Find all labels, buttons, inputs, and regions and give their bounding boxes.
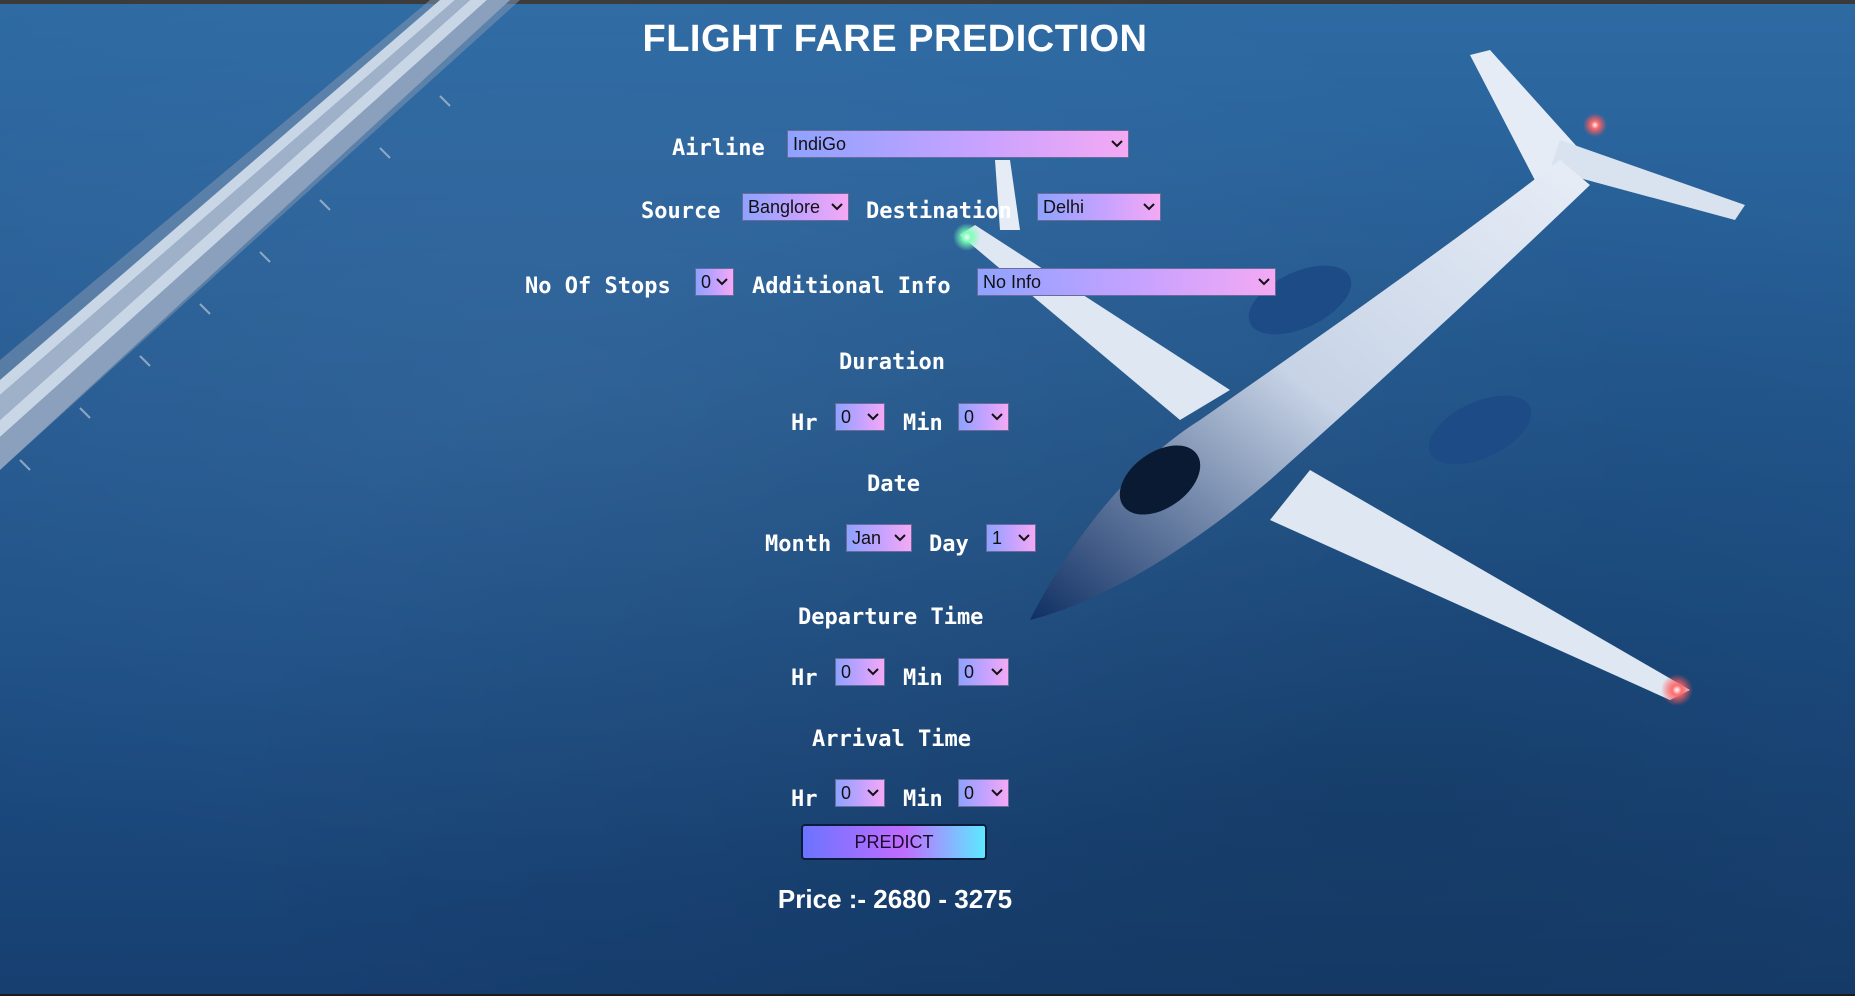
month-label: Month	[765, 532, 832, 557]
arrival-hr-label: Hr	[791, 787, 818, 812]
stops-select-value: 0	[701, 272, 712, 292]
destination-label: Destination	[866, 199, 1012, 224]
chevron-down-icon	[1258, 278, 1270, 286]
airline-select-value: IndiGo	[793, 134, 847, 154]
arrival-min-label: Min	[903, 787, 943, 812]
duration-hr-label: Hr	[791, 411, 818, 436]
chevron-down-icon	[831, 203, 843, 211]
chevron-down-icon	[716, 278, 728, 286]
month-select-value: Jan	[852, 528, 882, 548]
additional-info-select-value: No Info	[983, 272, 1042, 292]
destination-select-value: Delhi	[1043, 197, 1085, 217]
additional-info-label: Additional Info	[752, 274, 951, 299]
additional-info-select[interactable]: No Info	[977, 268, 1276, 296]
arrival-hr-value: 0	[841, 783, 852, 803]
departure-min-select[interactable]: 0	[958, 658, 1009, 686]
day-select[interactable]: 1	[986, 524, 1036, 552]
departure-heading: Departure Time	[798, 605, 984, 630]
duration-hr-select[interactable]: 0	[835, 403, 885, 431]
predict-button[interactable]: PREDICT	[801, 824, 987, 860]
day-label: Day	[929, 532, 969, 557]
airline-select[interactable]: IndiGo	[787, 130, 1129, 158]
duration-hr-value: 0	[841, 407, 852, 427]
duration-min-value: 0	[964, 407, 975, 427]
destination-select[interactable]: Delhi	[1037, 193, 1161, 221]
airline-label: Airline	[672, 136, 765, 161]
stops-label: No Of Stops	[525, 274, 671, 299]
chevron-down-icon	[991, 668, 1003, 676]
date-heading: Date	[867, 472, 920, 497]
duration-min-select[interactable]: 0	[958, 403, 1009, 431]
source-label: Source	[641, 199, 721, 224]
chevron-down-icon	[1143, 203, 1155, 211]
page-title: FLIGHT FARE PREDICTION	[642, 18, 1148, 60]
stops-select[interactable]: 0	[695, 268, 734, 296]
departure-min-value: 0	[964, 662, 975, 682]
departure-hr-value: 0	[841, 662, 852, 682]
chevron-down-icon	[867, 668, 879, 676]
chevron-down-icon	[991, 789, 1003, 797]
chevron-down-icon	[1111, 140, 1123, 148]
arrival-hr-select[interactable]: 0	[835, 779, 885, 807]
day-select-value: 1	[992, 528, 1003, 548]
source-select[interactable]: Banglore	[742, 193, 849, 221]
arrival-min-select[interactable]: 0	[958, 779, 1009, 807]
departure-hr-select[interactable]: 0	[835, 658, 885, 686]
duration-heading: Duration	[839, 350, 945, 375]
price-result: Price :- 2680 - 3275	[777, 884, 1013, 914]
chevron-down-icon	[867, 413, 879, 421]
departure-hr-label: Hr	[791, 666, 818, 691]
arrival-min-value: 0	[964, 783, 975, 803]
departure-min-label: Min	[903, 666, 943, 691]
chevron-down-icon	[1018, 534, 1030, 542]
source-select-value: Banglore	[748, 197, 821, 217]
chevron-down-icon	[991, 413, 1003, 421]
arrival-heading: Arrival Time	[812, 727, 971, 752]
month-select[interactable]: Jan	[846, 524, 912, 552]
chevron-down-icon	[867, 789, 879, 797]
chevron-down-icon	[894, 534, 906, 542]
duration-min-label: Min	[903, 411, 943, 436]
